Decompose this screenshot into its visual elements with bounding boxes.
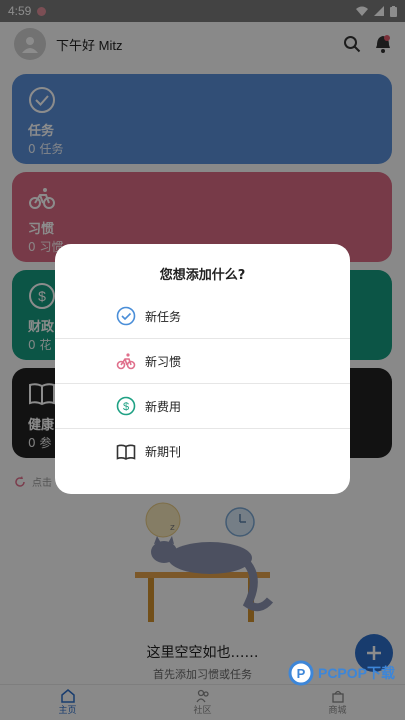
watermark: P PCPOP下载	[288, 660, 395, 686]
option-label: 新习惯	[145, 354, 182, 369]
add-item-dialog: 您想添加什么? 新任务 新习惯 $ 新费用 新期刊	[55, 244, 350, 494]
watermark-logo-icon: P	[288, 660, 314, 686]
option-new-journal[interactable]: 新期刊	[55, 429, 350, 474]
option-new-habit[interactable]: 新习惯	[55, 339, 350, 384]
dialog-title: 您想添加什么?	[159, 268, 246, 283]
option-label: 新期刊	[145, 445, 182, 459]
option-label: 新费用	[145, 399, 182, 414]
check-circle-icon	[115, 305, 137, 327]
dollar-icon: $	[115, 395, 137, 417]
svg-text:P: P	[297, 666, 306, 681]
watermark-text: PCPOP下载	[317, 665, 395, 681]
option-new-expense[interactable]: $ 新费用	[55, 384, 350, 429]
bike-icon	[115, 350, 137, 372]
book-icon	[115, 441, 137, 463]
option-label: 新任务	[145, 309, 182, 324]
svg-text:$: $	[123, 401, 129, 413]
option-new-task[interactable]: 新任务	[55, 294, 350, 339]
